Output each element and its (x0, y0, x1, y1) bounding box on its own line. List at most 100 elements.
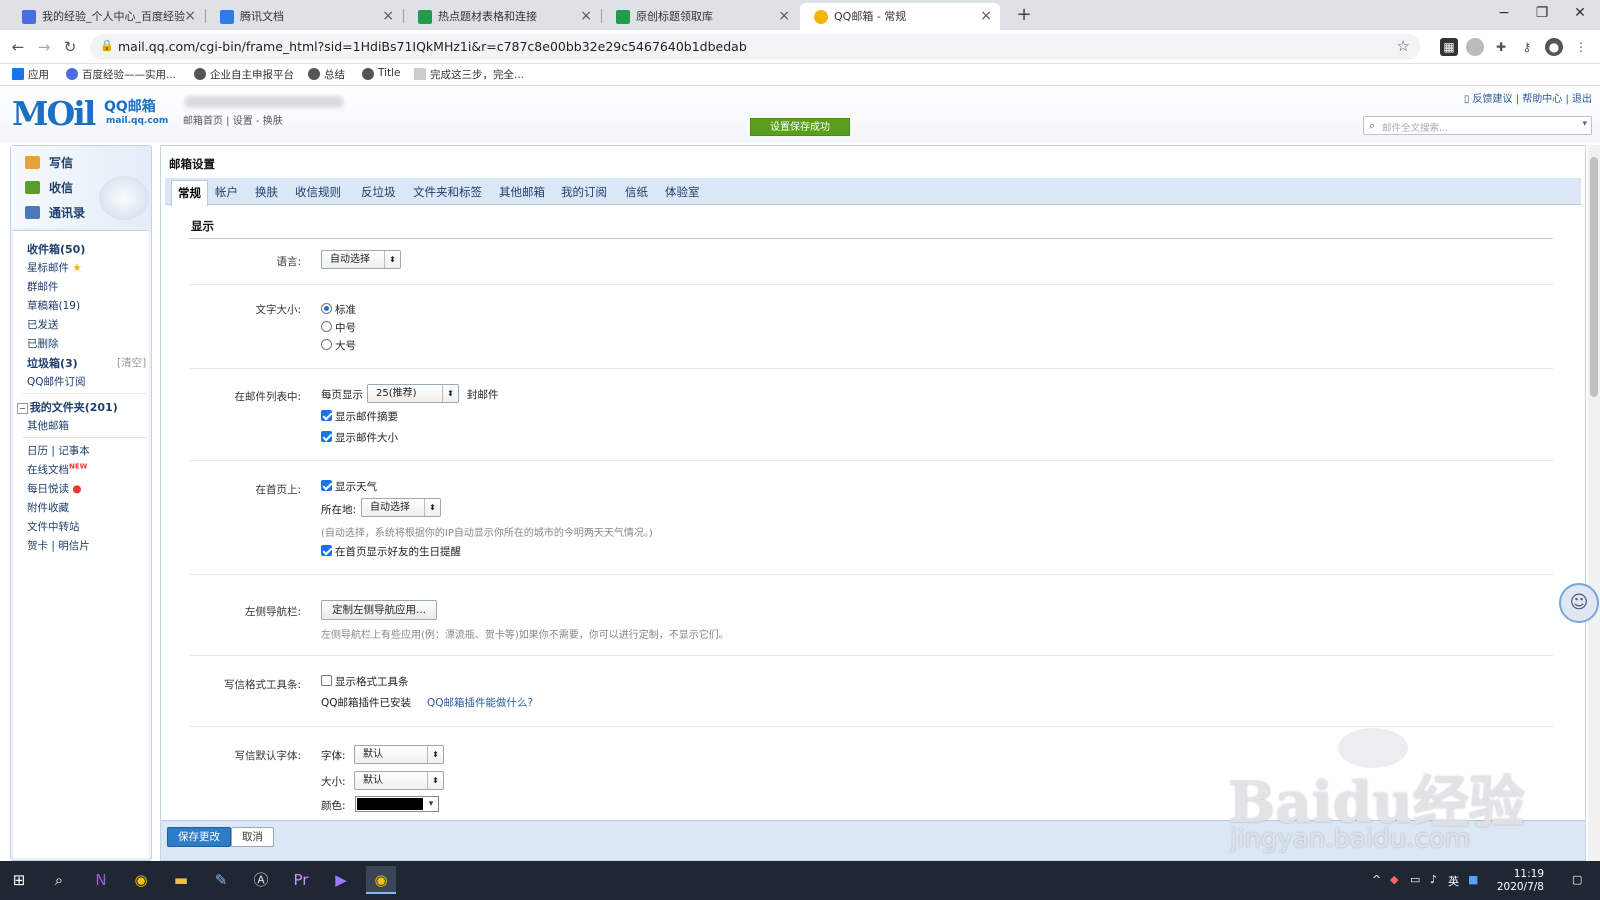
bookmark-baidu[interactable]: 百度经验——实用... (64, 67, 176, 82)
folder-subscription[interactable]: QQ邮件订阅 (27, 374, 86, 389)
new-tab-button[interactable]: + (1012, 3, 1036, 27)
qq-tray-icon[interactable]: ■ (1468, 873, 1478, 886)
taskbar-clock[interactable]: 11:19 2020/7/8 (1497, 868, 1544, 894)
browser-tab-hot-topics[interactable]: 热点题材表格和连接 × (404, 3, 600, 30)
receive-button[interactable]: 收信 (25, 177, 73, 199)
postcards-link[interactable]: 明信片 (58, 540, 90, 552)
network-icon[interactable]: ▭ (1410, 873, 1420, 886)
back-icon[interactable]: ← (6, 36, 30, 58)
file-explorer-icon[interactable]: ▬ (166, 866, 196, 894)
plugin-info-link[interactable]: QQ邮箱插件能做什么? (427, 695, 533, 710)
online-docs-link[interactable]: 在线文档NEW (27, 462, 87, 477)
close-tab-icon[interactable]: × (980, 3, 992, 30)
notes-link[interactable]: 记事本 (58, 445, 90, 457)
minimize-icon[interactable]: − (1486, 0, 1522, 28)
close-window-icon[interactable]: ✕ (1562, 0, 1598, 28)
radio-checked[interactable] (321, 303, 332, 314)
show-size-option[interactable]: 显示邮件大小 (321, 430, 398, 445)
font-size-default-select[interactable]: 默认 ⬍ (354, 771, 444, 790)
folder-other-mailbox[interactable]: 其他邮箱 (27, 418, 69, 433)
checkbox-unchecked[interactable] (321, 675, 332, 686)
chrome-active-icon[interactable]: ◉ (366, 866, 396, 894)
calendar-link[interactable]: 日历 (27, 445, 48, 457)
daily-read-link[interactable]: 每日悦读 ● (27, 481, 82, 496)
scrollbar-thumb[interactable] (1590, 157, 1598, 397)
notification-icon[interactable]: ▢ (1572, 873, 1582, 886)
folder-drafts[interactable]: 草稿箱(19) (27, 298, 80, 313)
ime-indicator[interactable]: 英 (1448, 873, 1459, 889)
browser-tab-tencent-docs[interactable]: 腾讯文档 × (206, 3, 402, 30)
bookmark-enterprise[interactable]: 企业自主申报平台 (192, 67, 294, 82)
top-links-text[interactable]: 反馈建议 | 帮助中心 | 退出 (1473, 94, 1592, 105)
folder-inbox[interactable]: 收件箱(50) (27, 241, 85, 257)
tab-lab[interactable]: 体验室 (665, 184, 700, 200)
browser-tab-qqmail[interactable]: QQ邮箱 - 常规 × (800, 3, 1000, 30)
clear-spam-link[interactable]: [清空] (117, 355, 146, 370)
show-birthday-option[interactable]: 在首页显示好友的生日提醒 (321, 544, 461, 559)
bookmark-three-steps[interactable]: 完成这三步，完全... (412, 67, 524, 82)
floating-assistant-icon[interactable]: ☺ (1559, 583, 1599, 623)
checkbox-checked[interactable] (321, 545, 332, 556)
cards-link[interactable]: 贺卡 (27, 540, 48, 552)
per-page-select[interactable]: 25(推荐) ⬍ (367, 384, 459, 403)
chevron-down-icon[interactable]: ▾ (1582, 119, 1587, 129)
font-size-large[interactable]: 大号 (321, 338, 356, 353)
close-tab-icon[interactable]: × (580, 3, 592, 30)
home-settings-links[interactable]: 邮箱首页 | 设置 - 换肤 (183, 112, 283, 127)
folder-starred[interactable]: 星标邮件 ★ (27, 260, 82, 275)
tab-stationery[interactable]: 信纸 (625, 184, 648, 200)
contacts-button[interactable]: 通讯录 (25, 202, 85, 224)
mail-search-input[interactable]: ⌕ 邮件全文搜索... ▾ (1363, 116, 1592, 135)
folder-sent[interactable]: 已发送 (27, 317, 59, 332)
qqmail-logo[interactable]: MOil QQ邮箱 mail.qq.com (12, 94, 172, 134)
cancel-button[interactable]: 取消 (231, 827, 274, 847)
folder-group[interactable]: 群邮件 (27, 279, 59, 294)
save-changes-button[interactable]: 保存更改 (167, 827, 231, 847)
browser-tab-original-titles[interactable]: 原创标题领取库 × (602, 3, 798, 30)
font-family-select[interactable]: 默认 ⬍ (354, 745, 444, 764)
address-bar[interactable]: 🔒 mail.qq.com/cgi-bin/frame_html?sid=1Hd… (90, 34, 1420, 60)
folder-my-folders[interactable]: − 我的文件夹(201) (17, 399, 118, 415)
bookmark-summary[interactable]: 总结 (306, 67, 345, 82)
compose-button[interactable]: 写信 (25, 152, 73, 174)
extension-icon[interactable]: ▦ (1440, 38, 1458, 56)
top-links[interactable]: ▯ 反馈建议 | 帮助中心 | 退出 (1464, 90, 1592, 105)
profile-icon[interactable]: ● (1545, 38, 1563, 56)
forward-icon[interactable]: → (32, 36, 56, 58)
tray-app-icon[interactable]: ◆ (1390, 873, 1398, 886)
tab-account[interactable]: 帐户 (215, 184, 238, 200)
radio-unchecked[interactable] (321, 339, 332, 350)
checkbox-checked[interactable] (321, 480, 332, 491)
extension-circle-icon[interactable] (1466, 38, 1484, 56)
customize-left-nav-button[interactable]: 定制左侧导航应用... (321, 600, 438, 620)
folder-deleted[interactable]: 已删除 (27, 336, 59, 351)
tab-filter-rules[interactable]: 收信规则 (295, 184, 341, 200)
bookmark-title[interactable]: Title (360, 67, 401, 80)
restore-icon[interactable]: ❐ (1524, 0, 1560, 28)
show-toolbar-option[interactable]: 显示格式工具条 (321, 674, 409, 689)
key-icon[interactable]: ⚷ (1518, 38, 1536, 56)
close-tab-icon[interactable]: × (778, 3, 790, 30)
file-transfer-link[interactable]: 文件中转站 (27, 519, 80, 534)
browser-tab-baidu-jingyan[interactable]: 我的经验_个人中心_百度经验 × (8, 3, 204, 30)
tab-anti-spam[interactable]: 反垃圾 (361, 184, 396, 200)
tab-skin[interactable]: 换肤 (255, 184, 278, 200)
folder-spam[interactable]: 垃圾箱(3) (27, 355, 78, 371)
tab-general[interactable]: 常规 (171, 180, 208, 206)
premiere-icon[interactable]: Pr (286, 866, 316, 894)
attachments-link[interactable]: 附件收藏 (27, 500, 69, 515)
video-player-icon[interactable]: ▶ (326, 866, 356, 894)
language-select[interactable]: 自动选择 ⬍ (321, 250, 401, 269)
font-color-picker[interactable]: ▾ (355, 796, 439, 812)
font-size-medium[interactable]: 中号 (321, 320, 356, 335)
menu-dots-icon[interactable]: ⋮ (1572, 38, 1590, 56)
location-select[interactable]: 自动选择 ⬍ (361, 498, 441, 517)
page-scrollbar[interactable] (1588, 145, 1600, 861)
show-summary-option[interactable]: 显示邮件摘要 (321, 409, 398, 424)
notepad-icon[interactable]: ✎ (206, 866, 236, 894)
tab-other-mailbox[interactable]: 其他邮箱 (499, 184, 545, 200)
close-tab-icon[interactable]: × (184, 3, 196, 30)
puzzle-icon[interactable]: ✚ (1492, 38, 1510, 56)
tab-folders-labels[interactable]: 文件夹和标签 (413, 184, 482, 200)
phone-icon[interactable]: ▯ (1464, 94, 1473, 105)
